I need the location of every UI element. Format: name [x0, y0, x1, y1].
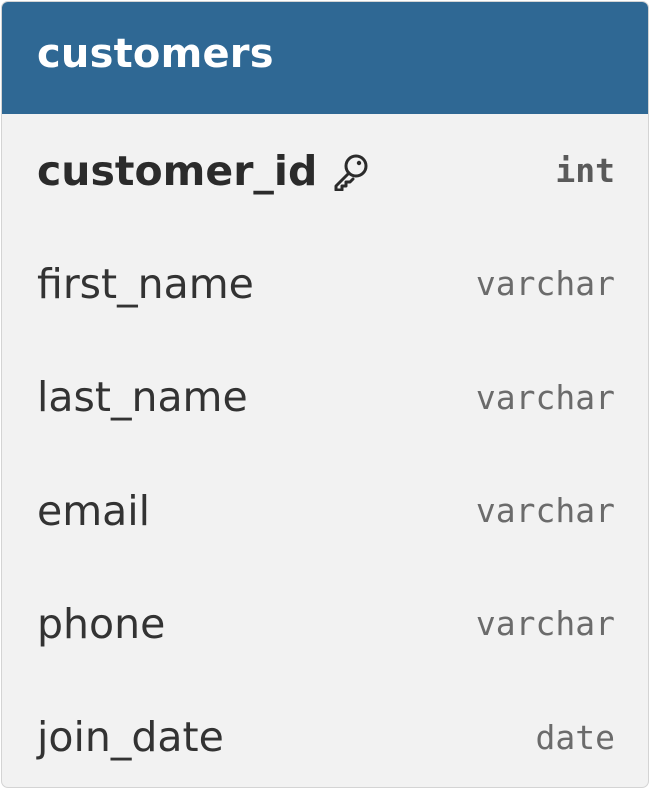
column-name: last_name	[37, 373, 248, 422]
column-row-customer-id: customer_id int	[2, 114, 648, 227]
column-type: int	[555, 151, 615, 191]
table-header: customers	[2, 2, 648, 114]
column-name: phone	[37, 599, 166, 648]
column-list: customer_id int first_name varchar last_…	[2, 114, 648, 787]
column-type: date	[535, 717, 615, 757]
column-name: join_date	[37, 713, 224, 762]
table-title: customers	[37, 31, 274, 77]
column-name-label: customer_id	[37, 146, 318, 195]
column-row-phone: phone varchar	[2, 567, 648, 680]
column-row-first-name: first_name varchar	[2, 227, 648, 340]
column-type: varchar	[475, 604, 615, 644]
key-icon	[331, 151, 371, 191]
column-type: varchar	[475, 264, 615, 304]
column-row-last-name: last_name varchar	[2, 341, 648, 454]
column-name: email	[37, 486, 151, 535]
column-row-email: email varchar	[2, 454, 648, 567]
column-name-pk: customer_id	[37, 147, 371, 195]
column-type: varchar	[475, 491, 615, 531]
column-type: varchar	[475, 377, 615, 417]
column-name: first_name	[37, 259, 254, 308]
column-row-join-date: join_date date	[2, 680, 648, 787]
table-entity-customers[interactable]: customers customer_id int first_name var…	[1, 1, 649, 788]
